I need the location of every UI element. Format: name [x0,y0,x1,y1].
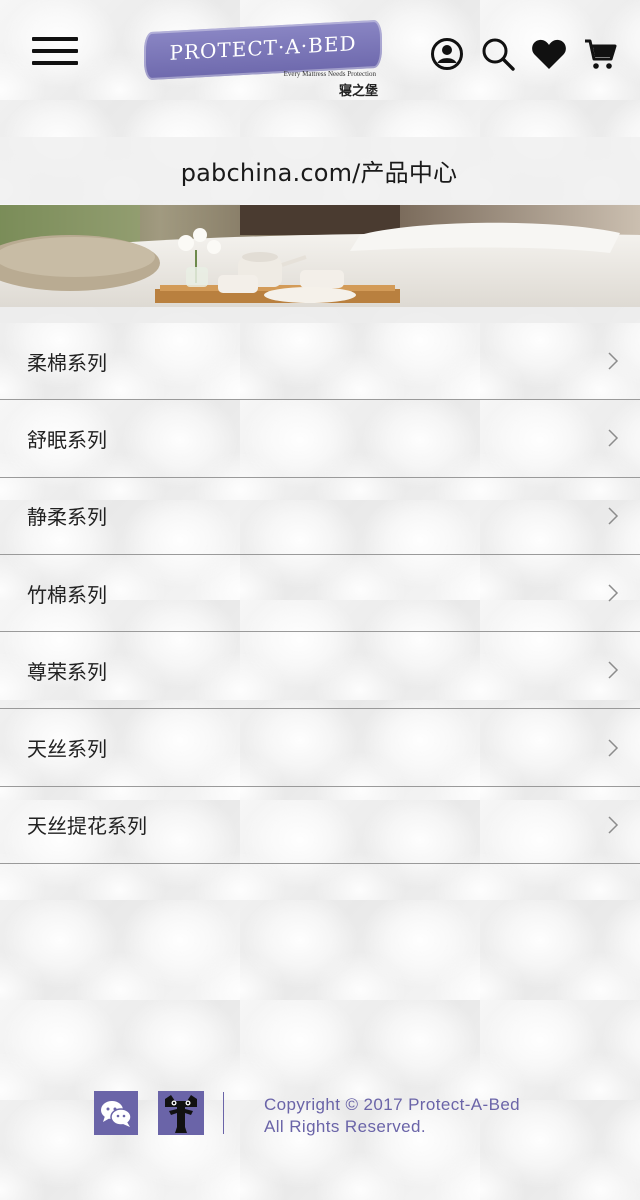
footer-divider [223,1092,224,1134]
menu-icon[interactable] [32,37,78,69]
series-list: 柔棉系列 舒眠系列 静柔系列 竹棉系列 尊荣系列 天丝系列 天丝提花系列 [0,323,640,865]
copyright: Copyright © 2017 Protect-A-Bed All Right… [264,1094,520,1138]
copyright-line-1: Copyright © 2017 Protect-A-Bed [264,1095,521,1114]
copyright-line-2: All Rights Reserved. [264,1117,427,1136]
series-item-zhumian[interactable]: 竹棉系列 [0,555,640,633]
cart-icon[interactable] [582,36,618,72]
logo-tagline: Every Mattress Needs Protection [283,70,376,78]
chevron-right-icon [608,661,619,679]
brand-logo[interactable]: PROTECT·A·BED Every Mattress Needs Prote… [144,19,384,99]
heart-icon[interactable] [531,36,567,72]
chevron-right-icon [608,352,619,370]
series-label: 柔棉系列 [27,350,107,375]
chevron-right-icon [608,816,619,834]
banner-image [0,205,640,307]
series-item-tiansi-tihua[interactable]: 天丝提花系列 [0,787,640,865]
series-label: 天丝系列 [27,737,107,762]
user-icon[interactable] [429,36,465,72]
series-item-tiansi[interactable]: 天丝系列 [0,709,640,787]
series-item-shumian[interactable]: 舒眠系列 [0,400,640,478]
series-label: 静柔系列 [27,505,107,530]
footer: Copyright © 2017 Protect-A-Bed All Right… [94,1090,574,1138]
tmall-icon[interactable] [158,1091,204,1135]
series-label: 尊荣系列 [27,659,107,684]
search-icon[interactable] [480,36,516,72]
series-item-jingrou[interactable]: 静柔系列 [0,478,640,555]
series-label: 舒眠系列 [27,427,107,452]
series-item-roumian[interactable]: 柔棉系列 [0,323,640,401]
series-label: 天丝提花系列 [27,814,147,839]
header: PROTECT·A·BED Every Mattress Needs Prote… [0,0,640,136]
chevron-right-icon [608,739,619,757]
banner-underline [0,307,640,323]
header-icons [414,34,618,74]
wechat-icon[interactable] [94,1091,138,1135]
chevron-right-icon [608,584,619,602]
page-title: pabchina.com/产品中心 [180,159,458,187]
logo-cn-name: 寝之堡 [338,84,378,99]
series-label: 竹棉系列 [27,582,107,607]
series-item-zunrong[interactable]: 尊荣系列 [0,632,640,710]
title-band: pabchina.com/产品中心 [0,137,640,204]
chevron-right-icon [608,429,619,447]
chevron-right-icon [608,507,619,525]
